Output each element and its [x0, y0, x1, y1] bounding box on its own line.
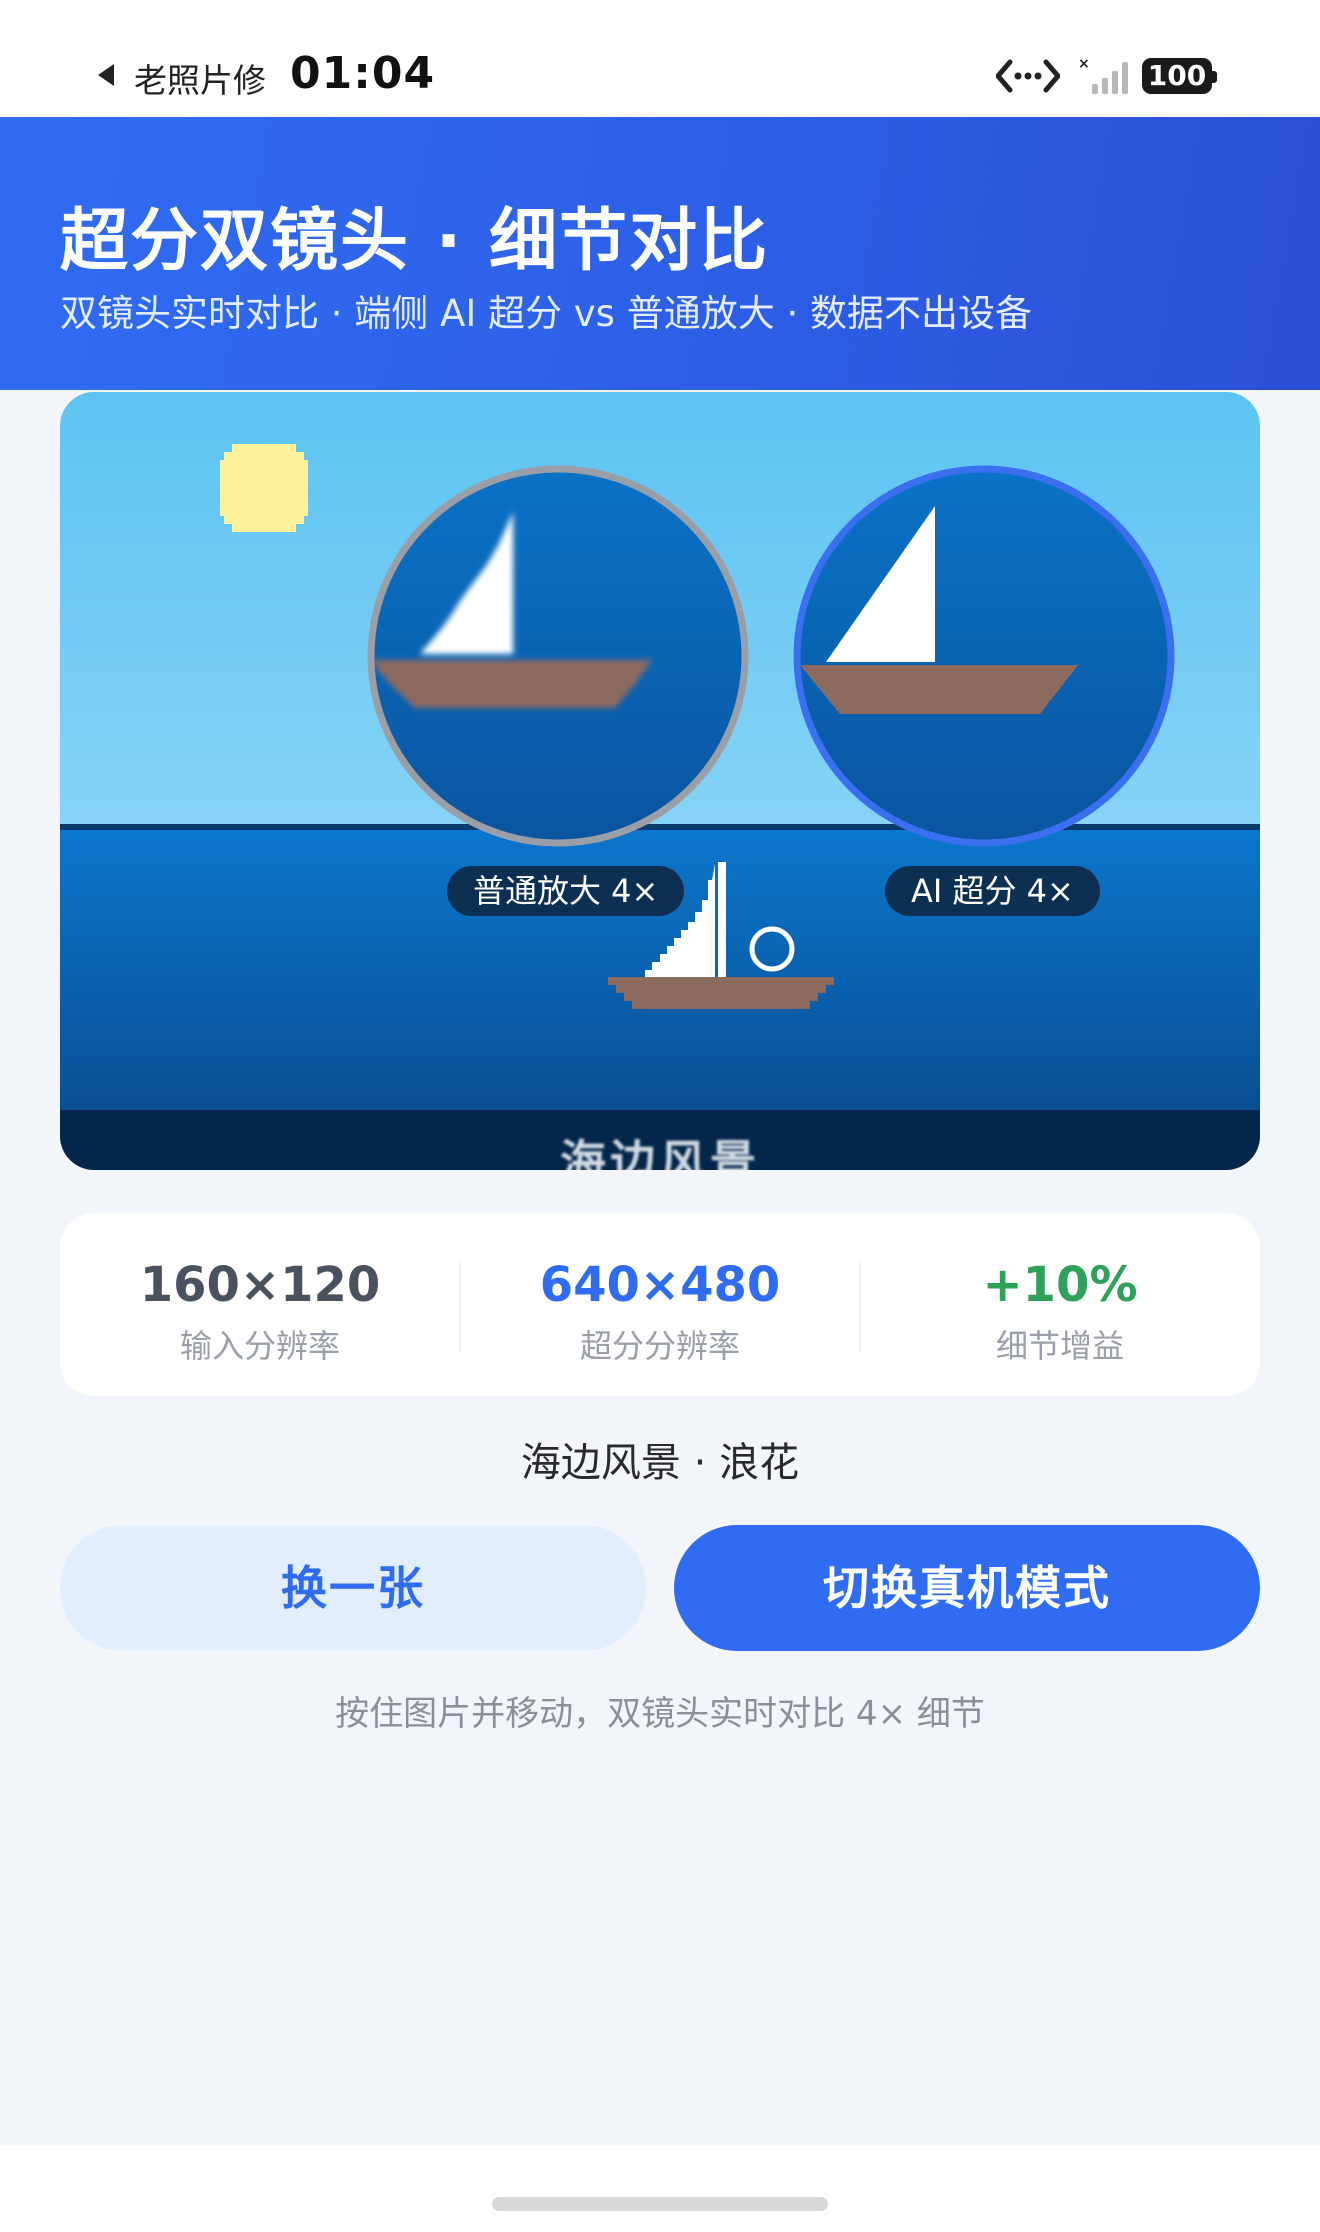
preview-caption: 海边风景	[560, 1135, 760, 1170]
switch-real-device-mode-button[interactable]: 切换真机模式	[674, 1525, 1260, 1651]
lens-normal-label: 普通放大 4×	[447, 866, 685, 916]
svg-text:×: ×	[1078, 56, 1090, 72]
stat-label: 输入分辨率	[179, 1327, 340, 1365]
data-sync-icon	[996, 59, 1060, 93]
status-bar: 老照片修 01:04 × 100	[0, 0, 1320, 117]
seaside-scene	[60, 392, 1260, 1120]
stat-label: 超分分辨率	[579, 1327, 740, 1365]
stat-value: 640×480	[539, 1257, 781, 1313]
status-back-app[interactable]: 老照片修	[134, 54, 276, 102]
page-subtitle: 双镜头实时对比 · 端侧 AI 超分 vs 普通放大 · 数据不出设备	[60, 292, 1033, 335]
bottom-bar	[0, 2145, 1320, 2232]
page-header: 超分双镜头 · 细节对比 双镜头实时对比 · 端侧 AI 超分 vs 普通放大 …	[0, 117, 1320, 390]
stat-value: 160×120	[139, 1257, 381, 1313]
stat-label: 细节增益	[995, 1327, 1124, 1365]
battery-indicator: 100	[1142, 58, 1217, 94]
stat-input-resolution: 160×120 输入分辨率	[60, 1213, 460, 1396]
next-image-button[interactable]: 换一张	[60, 1525, 646, 1651]
horizon-line	[60, 824, 1260, 830]
sun-icon	[220, 444, 308, 532]
signal-icon: ×	[1078, 56, 1128, 94]
lens-ai-label: AI 超分 4×	[885, 866, 1100, 916]
status-time: 01:04	[290, 48, 436, 99]
preview-image[interactable]: 普通放大 4× AI 超分 4× 海边风景	[60, 392, 1260, 1170]
scene-title: 海边风景 · 浪花	[520, 1440, 800, 1486]
stat-value: +10%	[982, 1257, 1138, 1313]
usage-hint: 按住图片并移动，双镜头实时对比 4× 细节	[335, 1694, 985, 1734]
stat-sr-resolution: 640×480 超分分辨率	[460, 1213, 860, 1396]
lens-ai	[799, 471, 1169, 841]
stats-card: 160×120 输入分辨率 640×480 超分分辨率 +10% 细节增益	[60, 1213, 1260, 1396]
battery-level: 100	[1147, 59, 1207, 92]
stat-detail-gain: +10% 细节增益	[860, 1213, 1260, 1396]
page-title: 超分双镜头 · 细节对比	[60, 202, 770, 281]
home-indicator[interactable]	[492, 2197, 828, 2211]
back-arrow-icon[interactable]	[98, 64, 114, 86]
